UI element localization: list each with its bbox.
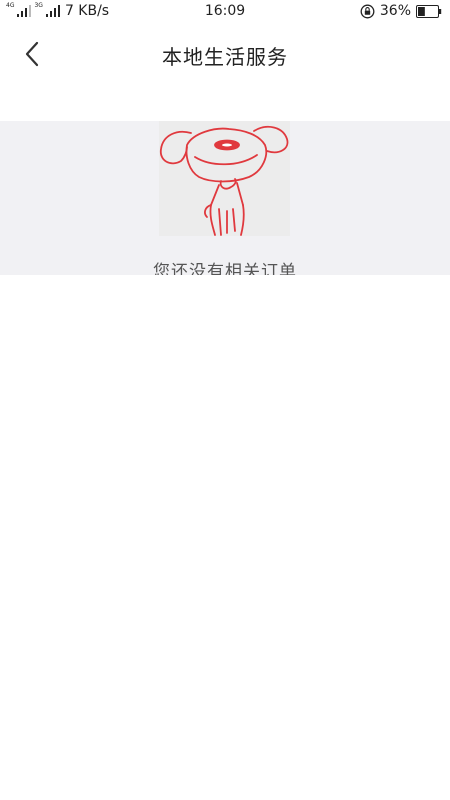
page-title: 本地生活服务	[162, 45, 288, 69]
mascot-illustration	[159, 121, 290, 236]
empty-state-message: 您还没有相关订单	[153, 262, 297, 275]
battery-percent: 36%	[379, 3, 411, 19]
jd-dog-mascot-icon	[159, 125, 289, 236]
battery-icon	[416, 4, 442, 18]
empty-state: 您还没有相关订单	[0, 121, 450, 275]
navigation-bar: 本地生活服务	[0, 24, 450, 84]
system-indicators: 36%	[360, 3, 442, 19]
rotation-lock-icon	[360, 4, 375, 18]
status-bar: 4G 3G 7 KB/s 16:09 36%	[0, 0, 450, 24]
